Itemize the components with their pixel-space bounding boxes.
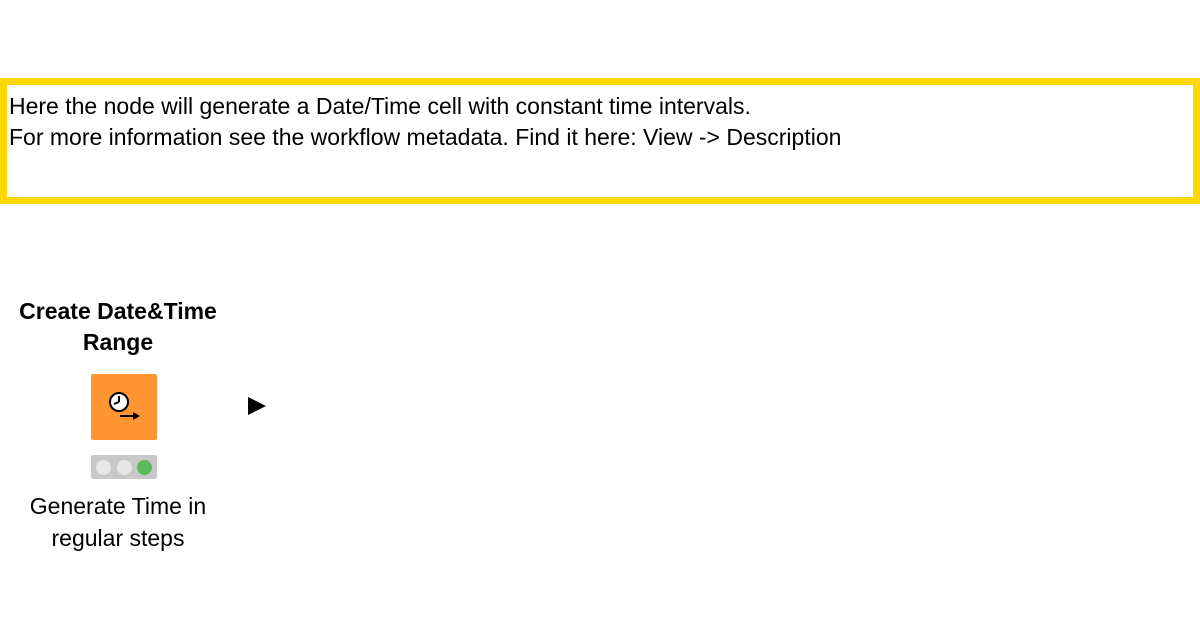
- node-label-line-1: Generate Time in: [29, 493, 207, 519]
- node-label-line-2: regular steps: [51, 525, 185, 551]
- output-port[interactable]: [248, 397, 266, 415]
- node-title-line-1: Create Date&Time: [19, 298, 217, 324]
- node-label[interactable]: Generate Time in regular steps: [0, 490, 236, 554]
- status-light-yellow: [116, 459, 132, 475]
- status-light-green: [136, 459, 152, 475]
- annotation-line-2: For more information see the workflow me…: [9, 124, 842, 150]
- node-title[interactable]: Create Date&Time Range: [0, 296, 236, 358]
- workflow-annotation[interactable]: Here the node will generate a Date/Time …: [0, 78, 1200, 204]
- create-date-time-range-node[interactable]: Create Date&Time Range Generate Time in: [0, 296, 266, 554]
- node-icon-box[interactable]: [91, 374, 157, 440]
- node-body[interactable]: [91, 374, 266, 440]
- status-light-red: [96, 459, 112, 475]
- node-status-traffic-light: [91, 455, 157, 479]
- annotation-line-1: Here the node will generate a Date/Time …: [9, 93, 751, 119]
- workflow-canvas[interactable]: Here the node will generate a Date/Time …: [0, 0, 1200, 630]
- node-title-line-2: Range: [82, 329, 154, 355]
- clock-arrow-icon: [109, 392, 140, 420]
